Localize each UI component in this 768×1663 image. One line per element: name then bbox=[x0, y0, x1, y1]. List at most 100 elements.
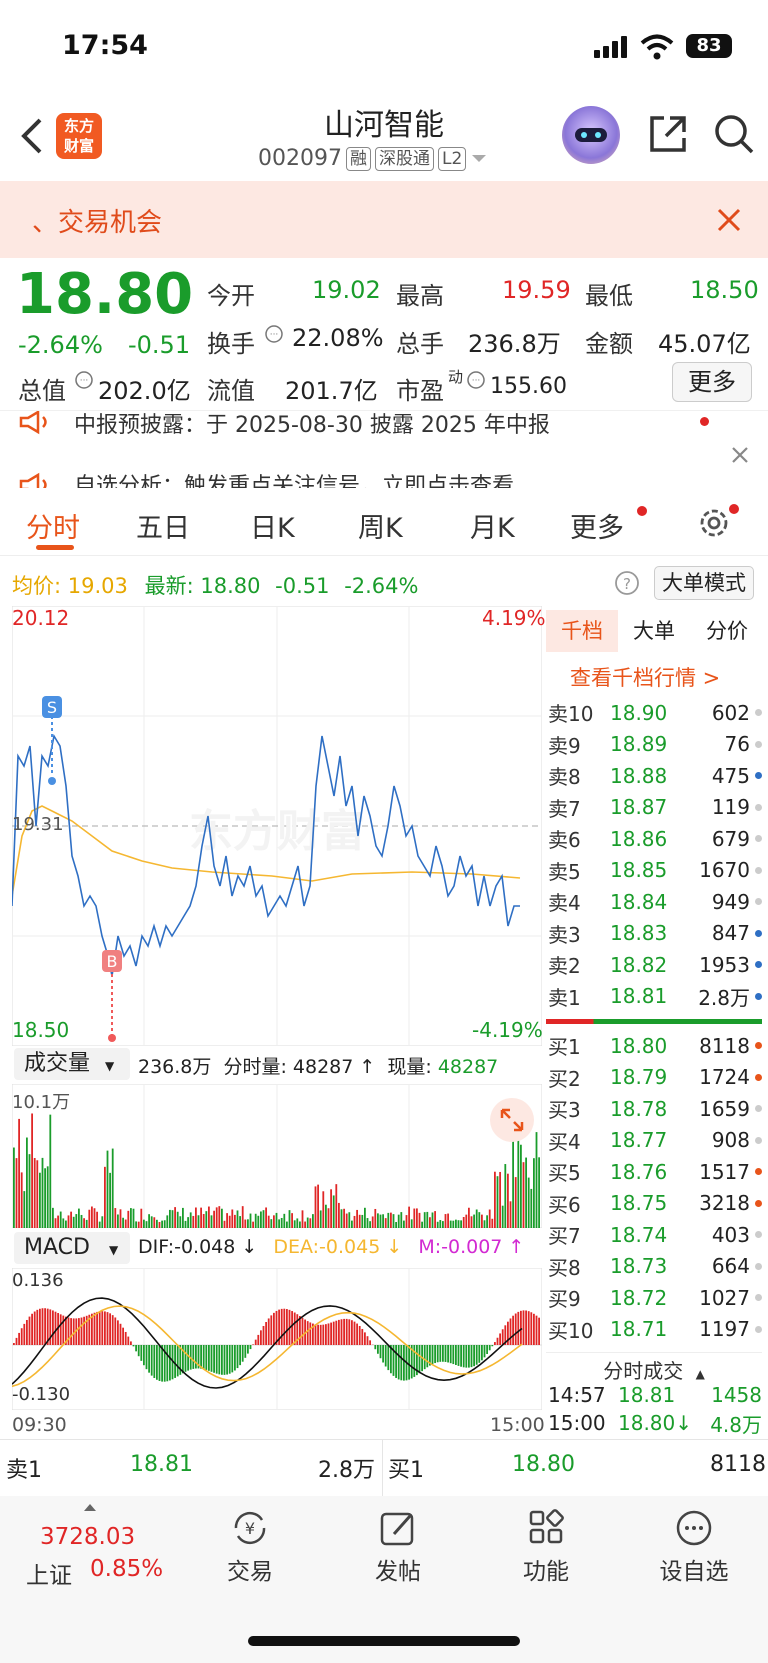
search-icon[interactable] bbox=[712, 112, 756, 156]
volume-bar bbox=[340, 1209, 343, 1228]
bid-row[interactable]: 买10 18.71 1197 bbox=[548, 1314, 764, 1346]
bid-row[interactable]: 买4 18.77 908 bbox=[548, 1125, 764, 1157]
volume-bar bbox=[273, 1215, 275, 1228]
ask-row[interactable]: 卖9 18.89 76 bbox=[548, 729, 764, 761]
bid-row[interactable]: 买3 18.78 1659 bbox=[548, 1093, 764, 1125]
volume-bar bbox=[44, 1168, 46, 1228]
macd-bar bbox=[478, 1345, 481, 1363]
news-item[interactable]: 自选分析：触发重点关注信号，立即点击查看 bbox=[0, 466, 768, 488]
tab-depth[interactable]: 千档 bbox=[546, 610, 618, 652]
volume-bar bbox=[455, 1219, 457, 1228]
bid-list: 买1 18.80 8118 买2 18.79 1724 买3 18.78 1659 买4 18.77… bbox=[548, 1030, 764, 1345]
assistant-avatar[interactable] bbox=[562, 106, 620, 164]
bid-volume: 8118 bbox=[699, 1033, 750, 1058]
ask-row[interactable]: 卖8 18.88 475 bbox=[548, 760, 764, 792]
tab-price-dist[interactable]: 分价 bbox=[690, 610, 764, 652]
help-icon[interactable]: ? bbox=[614, 570, 640, 596]
expand-button[interactable] bbox=[490, 1098, 534, 1142]
bid-row[interactable]: 买8 18.73 664 bbox=[548, 1251, 764, 1283]
tab-weekly[interactable]: 周K bbox=[358, 506, 403, 545]
macd-bar bbox=[366, 1336, 369, 1345]
volume-chart[interactable] bbox=[12, 1084, 542, 1228]
macd-bar bbox=[270, 1315, 273, 1345]
close-icon[interactable] bbox=[716, 207, 742, 233]
info-icon-2[interactable]: ··· bbox=[74, 370, 94, 390]
volume-bar bbox=[530, 1188, 533, 1228]
volume-bar bbox=[353, 1215, 356, 1228]
bid-row[interactable]: 买2 18.79 1724 bbox=[548, 1062, 764, 1094]
volume-bar bbox=[15, 1158, 18, 1228]
mcap-label: 总值 bbox=[18, 377, 66, 405]
tab-five-day[interactable]: 五日 bbox=[136, 506, 190, 545]
ask-row[interactable]: 卖1 18.81 2.8万 bbox=[548, 981, 764, 1013]
ask-row[interactable]: 卖4 18.84 949 bbox=[548, 886, 764, 918]
more-button[interactable]: 更多 bbox=[672, 362, 752, 402]
banner-text[interactable]: 、交易机会 bbox=[32, 202, 162, 239]
news-text[interactable]: 自选分析：触发重点关注信号，立即点击查看 bbox=[74, 468, 514, 488]
price-change: -0.51 bbox=[128, 331, 191, 359]
nav-functions[interactable]: 功能 bbox=[486, 1508, 606, 1586]
volume-bar bbox=[221, 1208, 223, 1228]
ask-row[interactable]: 卖6 18.86 679 bbox=[548, 823, 764, 855]
volume-bar bbox=[468, 1207, 470, 1228]
volume-selector[interactable]: 成交量 ▼ bbox=[14, 1048, 130, 1080]
volume-bar bbox=[535, 1132, 538, 1228]
macd-bar bbox=[325, 1324, 327, 1345]
news-strip[interactable]: 中报预披露：于 2025-08-30 披露 2025 年中报 自选分析：触发重点… bbox=[0, 410, 768, 488]
ask-row[interactable]: 卖10 18.90 602 bbox=[548, 697, 764, 729]
bid-row[interactable]: 买5 18.76 1517 bbox=[548, 1156, 764, 1188]
tab-big-order[interactable]: 大单 bbox=[618, 610, 690, 652]
info-icon-3[interactable]: ··· bbox=[466, 370, 486, 390]
nav-trade[interactable]: ¥ 交易 bbox=[190, 1508, 310, 1586]
bid-row[interactable]: 买7 18.74 403 bbox=[548, 1219, 764, 1251]
volume-bar bbox=[343, 1208, 345, 1228]
tab-more[interactable]: 更多 bbox=[570, 506, 624, 545]
status-dot bbox=[755, 1262, 762, 1270]
tab-daily[interactable]: 日K bbox=[250, 506, 295, 545]
volume-bar bbox=[332, 1195, 335, 1228]
bid-row[interactable]: 买9 18.72 1027 bbox=[548, 1282, 764, 1314]
macd-bar bbox=[36, 1309, 39, 1345]
macd-selector[interactable]: MACD ▼ bbox=[14, 1232, 130, 1264]
ask-row[interactable]: 卖5 18.85 1670 bbox=[548, 855, 764, 887]
volume-bar bbox=[124, 1219, 127, 1228]
bid-row[interactable]: 买1 18.80 8118 bbox=[548, 1030, 764, 1062]
news-text[interactable]: 中报预披露：于 2025-08-30 披露 2025 年中报 bbox=[74, 411, 550, 439]
depth-link[interactable]: 查看千档行情 > bbox=[570, 662, 720, 692]
trades-title[interactable]: 分时成交 ▲ bbox=[546, 1352, 762, 1384]
bid-row[interactable]: 买6 18.75 3218 bbox=[548, 1188, 764, 1220]
last-pct: -2.64% bbox=[344, 574, 419, 598]
info-icon[interactable]: ··· bbox=[264, 324, 284, 344]
volume-bar bbox=[179, 1216, 182, 1228]
volume-bar bbox=[442, 1221, 444, 1228]
macd-bar bbox=[70, 1318, 72, 1345]
ask-row[interactable]: 卖7 18.87 119 bbox=[548, 792, 764, 824]
macd-bar bbox=[228, 1345, 231, 1374]
macd-bar bbox=[241, 1345, 244, 1362]
status-dot bbox=[755, 992, 762, 1000]
volume-bar bbox=[166, 1215, 169, 1228]
tab-intraday[interactable]: 分时 bbox=[26, 506, 80, 545]
macd-bar bbox=[494, 1342, 496, 1345]
bid-volume: 1724 bbox=[699, 1065, 750, 1090]
price-chart[interactable]: 东方财富 S B bbox=[12, 606, 542, 1046]
index-widget[interactable]: 3728.03 上证 0.85% bbox=[20, 1504, 170, 1589]
tab-monthly[interactable]: 月K bbox=[470, 506, 515, 545]
news-close-icon[interactable] bbox=[730, 445, 750, 465]
share-icon[interactable] bbox=[646, 112, 690, 156]
volume-bar bbox=[75, 1214, 78, 1228]
nav-post[interactable]: 发帖 bbox=[338, 1508, 458, 1586]
settings-icon[interactable] bbox=[696, 505, 732, 541]
nav-add-watchlist[interactable]: 设自选 bbox=[634, 1508, 754, 1586]
ask-row[interactable]: 卖3 18.83 847 bbox=[548, 918, 764, 950]
volume-bar bbox=[88, 1209, 91, 1228]
volume-bar bbox=[122, 1217, 124, 1228]
ask-row[interactable]: 卖2 18.82 1953 bbox=[548, 949, 764, 981]
macd-chart[interactable] bbox=[12, 1268, 542, 1410]
macd-bar bbox=[338, 1319, 340, 1345]
dropdown-icon[interactable] bbox=[470, 153, 488, 165]
big-order-mode-button[interactable]: 大单模式 bbox=[654, 566, 754, 600]
news-item[interactable]: 中报预披露：于 2025-08-30 披露 2025 年中报 bbox=[0, 411, 768, 439]
volume-bar bbox=[538, 1157, 540, 1228]
volume-bar bbox=[54, 1218, 57, 1228]
